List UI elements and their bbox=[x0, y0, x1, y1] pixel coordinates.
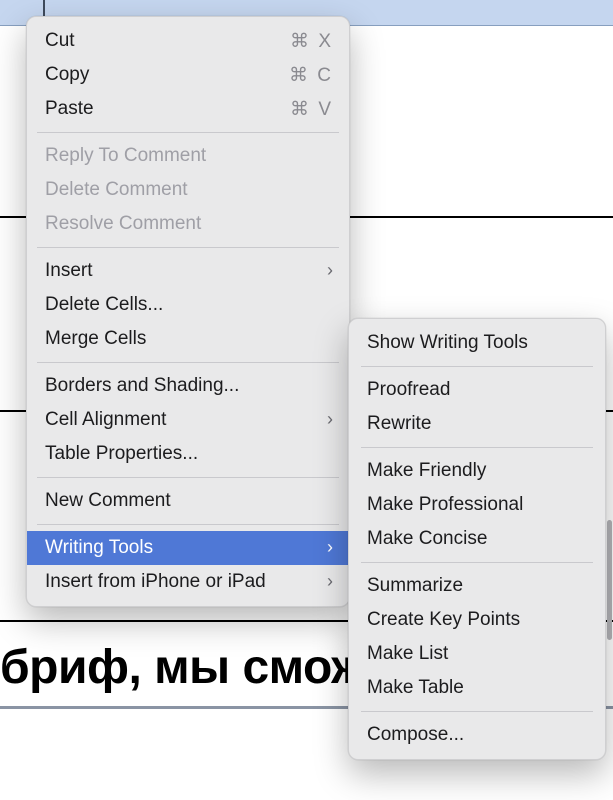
menu-separator bbox=[361, 562, 593, 563]
chevron-right-icon: › bbox=[327, 572, 333, 590]
menu-shortcut: ⌘ V bbox=[290, 98, 333, 121]
submenu-item-label: Show Writing Tools bbox=[367, 332, 528, 354]
menu-item-delete-comment: Delete Comment bbox=[27, 173, 349, 207]
scrollbar-thumb[interactable] bbox=[607, 520, 612, 640]
submenu-item-summarize[interactable]: Summarize bbox=[349, 569, 605, 603]
menu-item-label: Insert from iPhone or iPad bbox=[45, 571, 327, 593]
menu-item-borders-and-shading[interactable]: Borders and Shading... bbox=[27, 369, 349, 403]
menu-item-label: Delete Cells... bbox=[45, 294, 333, 316]
menu-separator bbox=[361, 447, 593, 448]
menu-item-label: Cut bbox=[45, 30, 290, 52]
submenu-item-make-table[interactable]: Make Table bbox=[349, 671, 605, 705]
menu-item-insert[interactable]: Insert › bbox=[27, 254, 349, 288]
menu-item-delete-cells[interactable]: Delete Cells... bbox=[27, 288, 349, 322]
submenu-item-label: Proofread bbox=[367, 379, 450, 401]
submenu-item-label: Summarize bbox=[367, 575, 463, 597]
writing-tools-submenu: Show Writing Tools Proofread Rewrite Mak… bbox=[348, 318, 606, 760]
chevron-right-icon: › bbox=[327, 410, 333, 428]
submenu-item-make-list[interactable]: Make List bbox=[349, 637, 605, 671]
submenu-item-proofread[interactable]: Proofread bbox=[349, 373, 605, 407]
submenu-item-show-writing-tools[interactable]: Show Writing Tools bbox=[349, 326, 605, 360]
submenu-item-rewrite[interactable]: Rewrite bbox=[349, 407, 605, 441]
submenu-item-label: Make Friendly bbox=[367, 460, 486, 482]
menu-item-label: Cell Alignment bbox=[45, 409, 327, 431]
menu-separator bbox=[37, 477, 339, 478]
submenu-item-create-key-points[interactable]: Create Key Points bbox=[349, 603, 605, 637]
submenu-item-make-professional[interactable]: Make Professional bbox=[349, 488, 605, 522]
menu-item-label: Paste bbox=[45, 98, 290, 120]
menu-item-label: Table Properties... bbox=[45, 443, 333, 465]
menu-separator bbox=[37, 524, 339, 525]
menu-separator bbox=[361, 366, 593, 367]
menu-item-paste[interactable]: Paste ⌘ V bbox=[27, 92, 349, 126]
menu-item-insert-from-iphone-or-ipad[interactable]: Insert from iPhone or iPad › bbox=[27, 565, 349, 599]
submenu-item-label: Make Table bbox=[367, 677, 464, 699]
menu-item-label: New Comment bbox=[45, 490, 333, 512]
menu-item-cut[interactable]: Cut ⌘ X bbox=[27, 24, 349, 58]
document-text-fragment: бриф, мы смож bbox=[0, 640, 365, 695]
menu-item-label: Merge Cells bbox=[45, 328, 333, 350]
scrollbar-track[interactable] bbox=[607, 0, 613, 800]
submenu-item-label: Make Concise bbox=[367, 528, 487, 550]
submenu-item-label: Compose... bbox=[367, 724, 464, 746]
submenu-item-compose[interactable]: Compose... bbox=[349, 718, 605, 752]
menu-item-new-comment[interactable]: New Comment bbox=[27, 484, 349, 518]
chevron-right-icon: › bbox=[327, 261, 333, 279]
menu-separator bbox=[37, 247, 339, 248]
menu-shortcut: ⌘ X bbox=[290, 30, 333, 53]
menu-item-label: Copy bbox=[45, 64, 289, 86]
submenu-item-make-friendly[interactable]: Make Friendly bbox=[349, 454, 605, 488]
submenu-item-label: Make Professional bbox=[367, 494, 523, 516]
menu-item-merge-cells[interactable]: Merge Cells bbox=[27, 322, 349, 356]
menu-item-reply-to-comment: Reply To Comment bbox=[27, 139, 349, 173]
menu-item-label: Insert bbox=[45, 260, 327, 282]
context-menu: Cut ⌘ X Copy ⌘ C Paste ⌘ V Reply To Comm… bbox=[26, 16, 350, 607]
menu-item-copy[interactable]: Copy ⌘ C bbox=[27, 58, 349, 92]
submenu-item-label: Create Key Points bbox=[367, 609, 520, 631]
menu-item-cell-alignment[interactable]: Cell Alignment › bbox=[27, 403, 349, 437]
menu-item-resolve-comment: Resolve Comment bbox=[27, 207, 349, 241]
menu-item-label: Borders and Shading... bbox=[45, 375, 333, 397]
chevron-right-icon: › bbox=[327, 538, 333, 556]
menu-separator bbox=[37, 362, 339, 363]
menu-shortcut: ⌘ C bbox=[289, 64, 333, 87]
menu-item-writing-tools[interactable]: Writing Tools › bbox=[27, 531, 349, 565]
menu-separator bbox=[37, 132, 339, 133]
submenu-item-make-concise[interactable]: Make Concise bbox=[349, 522, 605, 556]
menu-item-label: Resolve Comment bbox=[45, 213, 333, 235]
submenu-item-label: Make List bbox=[367, 643, 448, 665]
submenu-item-label: Rewrite bbox=[367, 413, 431, 435]
menu-item-label: Delete Comment bbox=[45, 179, 333, 201]
menu-item-label: Reply To Comment bbox=[45, 145, 333, 167]
menu-item-label: Writing Tools bbox=[45, 537, 327, 559]
menu-separator bbox=[361, 711, 593, 712]
menu-item-table-properties[interactable]: Table Properties... bbox=[27, 437, 349, 471]
